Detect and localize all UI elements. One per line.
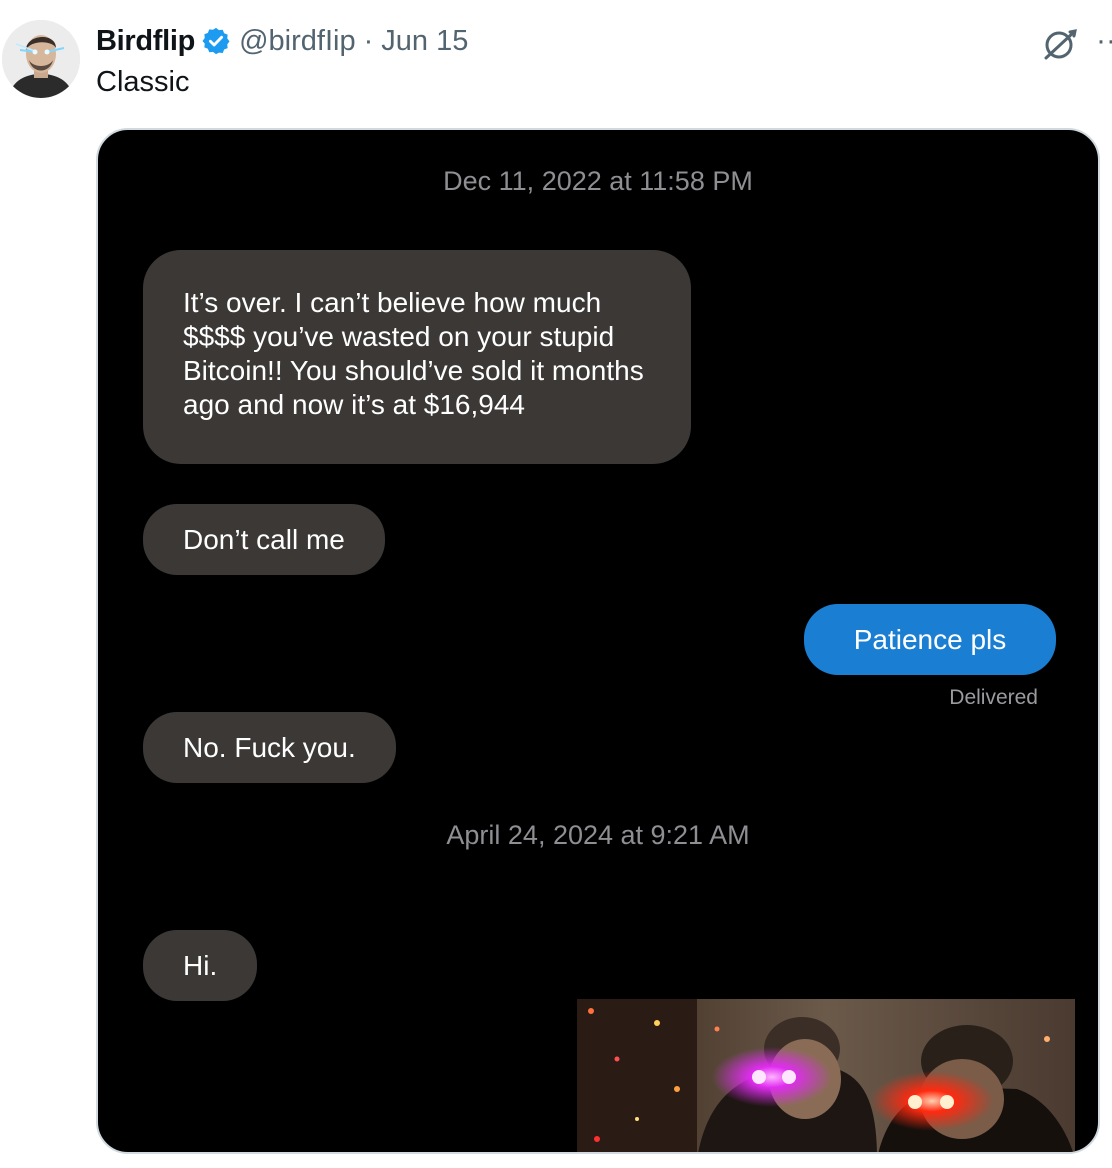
message-timestamp: Dec 11, 2022 at 11:58 PM [443,166,753,196]
received-message-bubble: No. Fuck you. [143,712,396,783]
more-options-icon[interactable]: ·· [1096,26,1112,56]
message-timestamp: April 24, 2024 at 9:21 AM [446,820,750,850]
author-name[interactable]: Birdflip [96,25,195,58]
tweet-date[interactable]: Jun 15 [381,25,468,58]
author-handle[interactable]: @birdfIip [239,25,355,58]
separator-dot: · [363,24,374,57]
tweet-media-image[interactable]: Dec 11, 2022 at 11:58 PM It’s over. I ca… [96,128,1100,1154]
delivered-status: Delivered [949,686,1038,709]
received-message-bubble: Don’t call me [143,504,385,575]
tweet-header: Birdflip @birdfIip · Jun 15 [96,22,468,60]
tweet[interactable]: Birdflip @birdfIip · Jun 15 ·· Classic D… [0,0,1112,1168]
sent-message-bubble: Patience pls [804,604,1056,675]
received-message-bubble: It’s over. I can’t believe how much $$$$… [143,250,691,464]
tweet-text: Classic [96,66,190,98]
avatar[interactable] [2,20,80,98]
avatar-image [2,20,80,98]
received-message-bubble: Hi. [143,930,258,1001]
laser-eyes-meme-image [577,999,1075,1152]
grok-icon[interactable] [1040,24,1080,64]
verified-badge-icon [201,26,231,56]
